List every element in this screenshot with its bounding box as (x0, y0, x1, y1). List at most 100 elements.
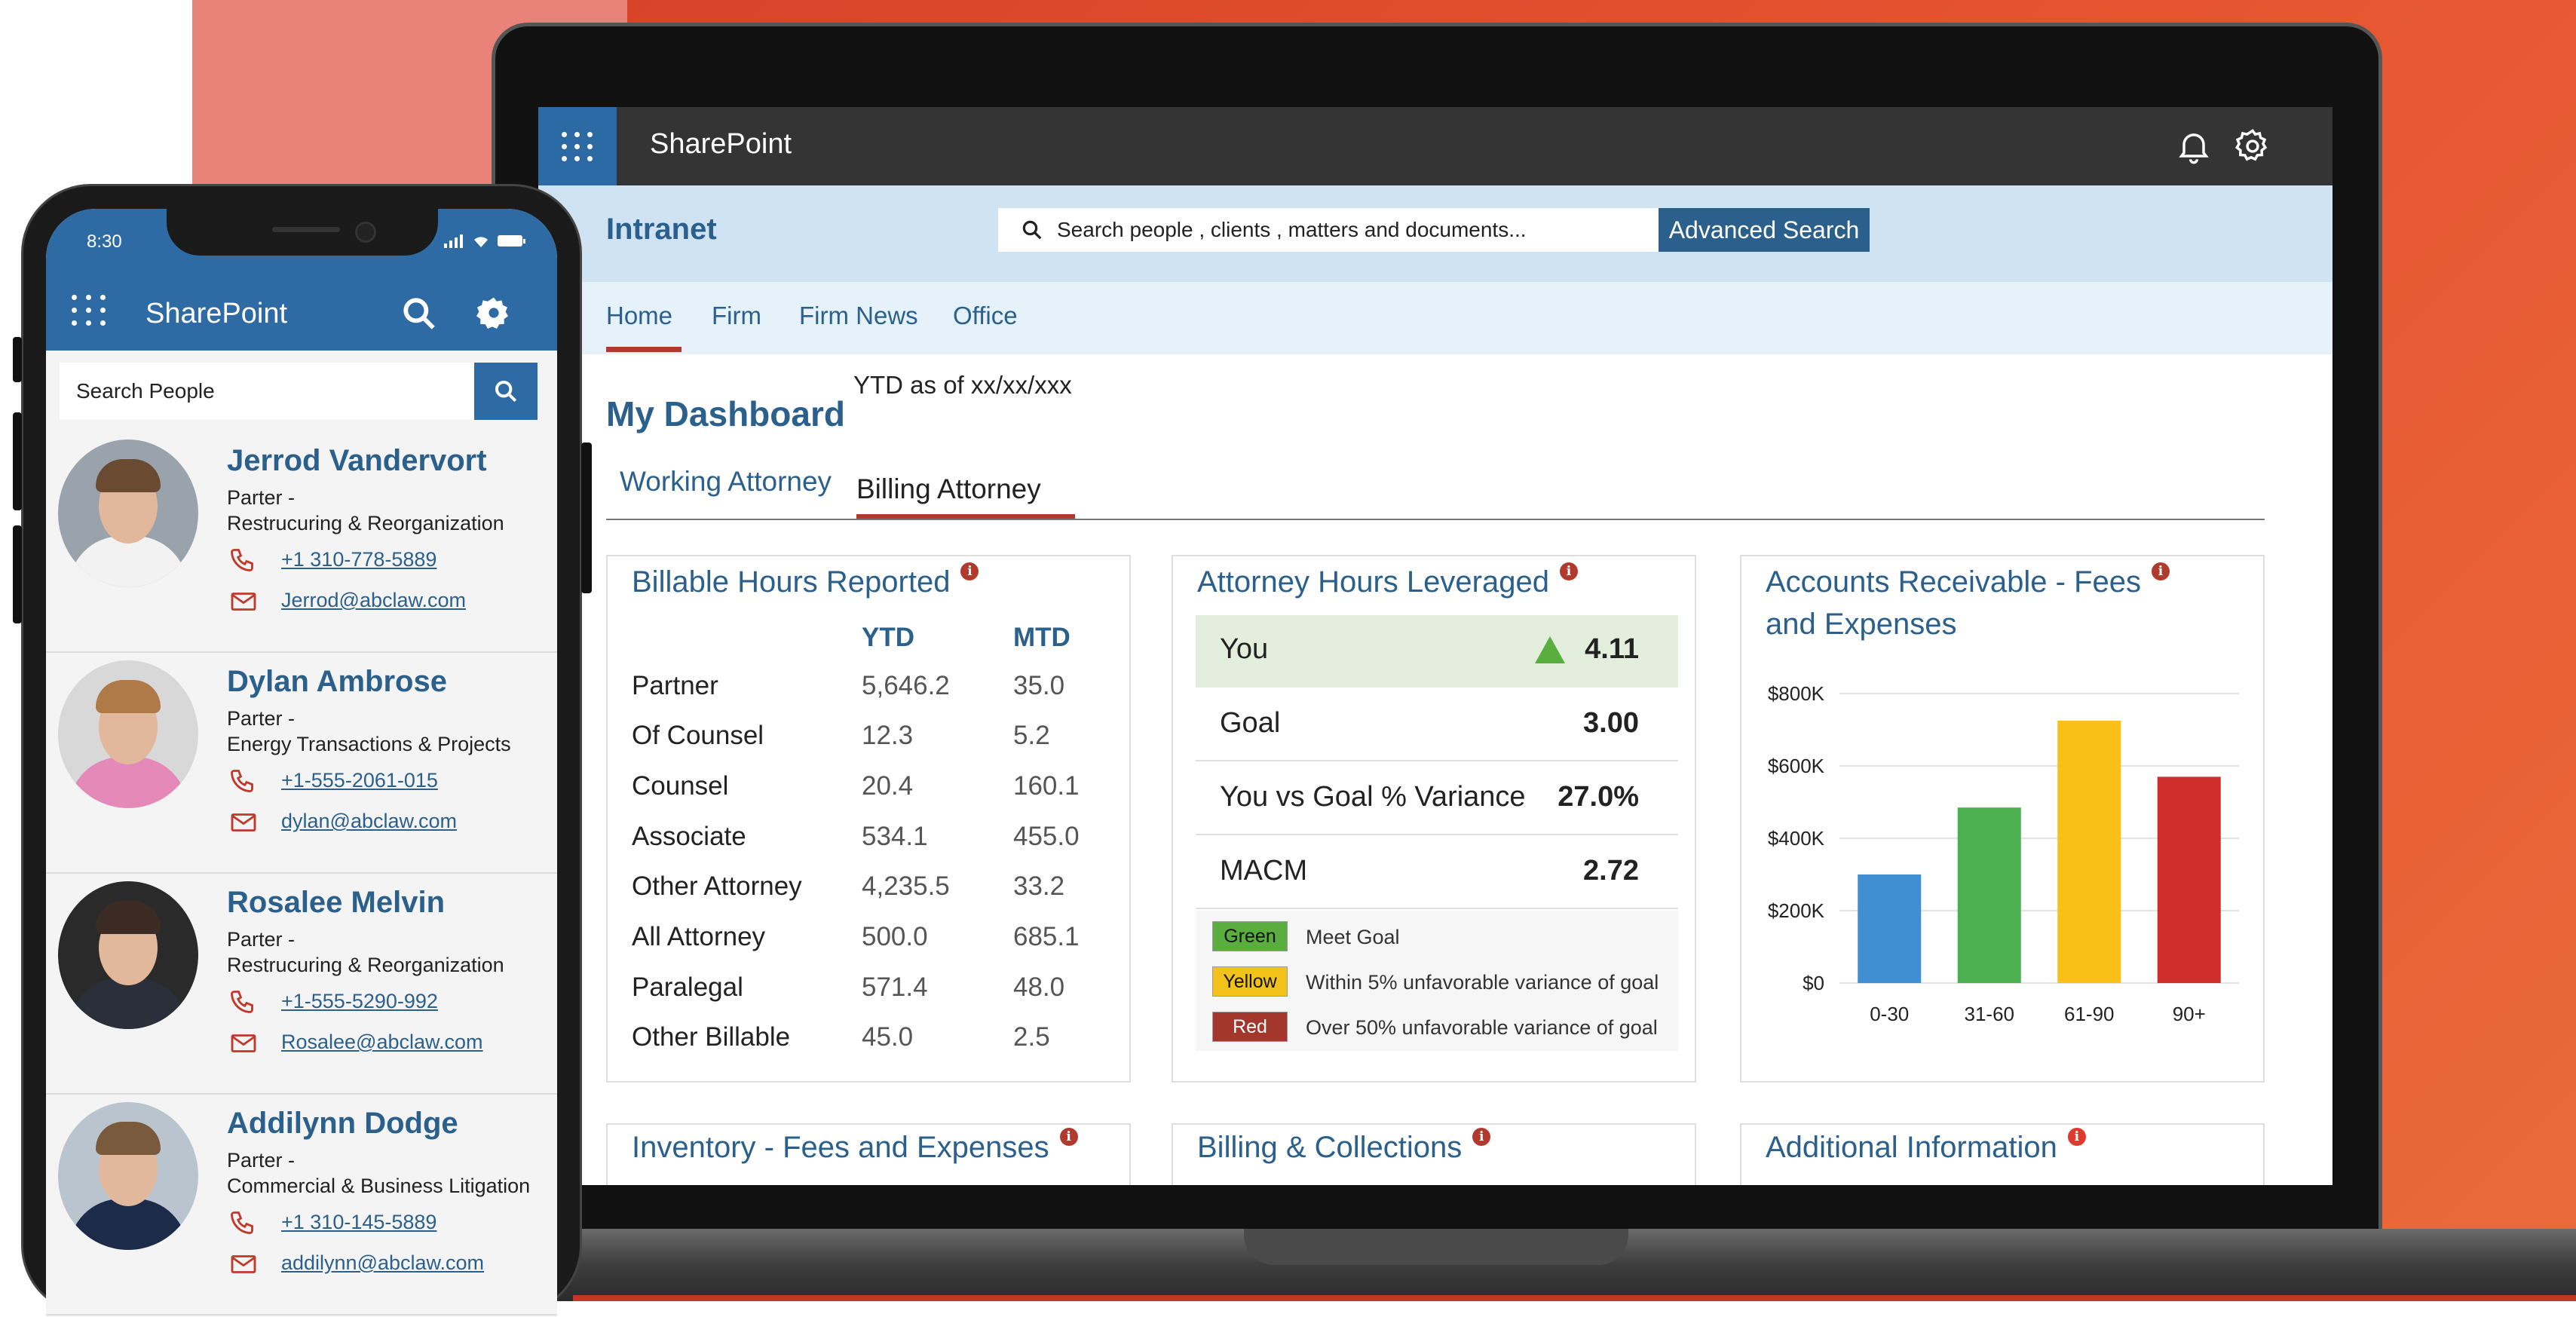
y-tick-label: $0 (1803, 972, 1824, 994)
metric-label: You (1220, 633, 1269, 665)
search-icon (1022, 220, 1042, 240)
info-icon[interactable]: i (1559, 562, 1578, 580)
person-card[interactable]: Dylan Ambrose Parter - Energy Transactions… (46, 653, 557, 874)
person-name[interactable]: Rosalee Melvin (227, 886, 445, 920)
x-tick-label: 31-60 (1965, 1003, 2015, 1025)
attorney-hours-card: Attorney Hours Leveraged i You 4.11 Goal 3.… (1172, 555, 1696, 1083)
info-icon[interactable]: i (960, 562, 979, 580)
search-icon[interactable] (400, 295, 438, 332)
email-icon[interactable] (230, 811, 257, 834)
app-launcher-button[interactable] (72, 295, 107, 326)
person-card[interactable]: Rosalee Melvin Parter - Restrucuring & Reo… (46, 874, 557, 1095)
y-tick-label: $400K (1768, 827, 1825, 850)
phone-icon[interactable] (228, 547, 256, 574)
search-icon (495, 380, 517, 403)
additional-information-title: Additional Information i (1766, 1126, 2086, 1168)
metric-label: MACM (1220, 855, 1308, 887)
avatar[interactable] (58, 660, 198, 808)
people-list: Jerrod Vandervort Parter - Restrucuring & … (46, 432, 557, 1317)
status-legend: Green Meet Goal Yellow Within 5% unfavorab… (1196, 911, 1678, 1051)
person-card[interactable]: Addilynn Dodge Parter - Commercial & Busin… (46, 1095, 557, 1315)
avatar-shoulders (69, 1199, 188, 1250)
mtd-value: 160.1 (1013, 771, 1080, 801)
app-launcher-button[interactable] (538, 107, 617, 185)
attorney-hours-title: Attorney Hours Leveraged i (1197, 561, 1578, 603)
accounts-receivable-chart: $0 $200K $400K $600K $800K 0-30 31-60 61-90 90+ (1768, 682, 2239, 1025)
email-icon[interactable] (230, 1032, 257, 1055)
avatar[interactable] (58, 440, 198, 587)
billable-hours-card: Billable Hours Reported i YTD MTD Partner… (606, 555, 1131, 1083)
tab-billing-attorney[interactable]: Billing Attorney (856, 473, 1041, 505)
people-search-button[interactable] (474, 363, 538, 420)
table-row: Of Counsel 12.3 5.2 (632, 721, 1122, 770)
y-tick-label: $200K (1768, 899, 1825, 922)
mtd-value: 2.5 (1013, 1022, 1050, 1052)
gear-icon[interactable] (2233, 127, 2272, 166)
nav-firm[interactable]: Firm (712, 302, 761, 330)
tab-working-attorney[interactable]: Working Attorney (620, 466, 832, 498)
x-tick-label: 90+ (2173, 1003, 2206, 1025)
sharepoint-top-bar: SharePoint (538, 107, 2332, 185)
cellular-signal-icon (444, 234, 463, 248)
table-row: Other Billable 45.0 2.5 (632, 1022, 1122, 1072)
battery-icon (498, 235, 525, 247)
info-icon[interactable]: i (1472, 1128, 1491, 1146)
person-name[interactable]: Dylan Ambrose (227, 665, 447, 699)
person-card[interactable]: Jerrod Vandervort Parter - Restrucuring & … (46, 432, 557, 653)
x-tick-label: 61-90 (2064, 1003, 2115, 1025)
person-email-link[interactable]: Rosalee@abclaw.com (281, 1031, 483, 1054)
person-name[interactable]: Addilynn Dodge (227, 1107, 458, 1141)
ytd-value: 571.4 (862, 972, 928, 1002)
avatar[interactable] (58, 1102, 198, 1250)
app-name: SharePoint (650, 128, 792, 160)
phone-side-button (13, 412, 22, 510)
info-icon[interactable]: i (1059, 1128, 1078, 1146)
mtd-value: 35.0 (1013, 671, 1065, 700)
table-row: Counsel 20.4 160.1 (632, 771, 1122, 821)
avatar[interactable] (58, 881, 198, 1029)
person-name[interactable]: Jerrod Vandervort (227, 444, 487, 478)
speaker-grille (272, 227, 340, 232)
phone-app-header: SharePoint (46, 278, 557, 351)
person-practice-group: Restrucuring & Reorganization (227, 954, 504, 976)
nav-office[interactable]: Office (953, 302, 1018, 330)
person-email-link[interactable]: addilynn@abclaw.com (281, 1251, 484, 1275)
bar-31-60[interactable] (1957, 807, 2021, 983)
status-icons (444, 233, 527, 248)
legend-text: Within 5% unfavorable variance of goal (1306, 971, 1659, 994)
phone-icon[interactable] (228, 767, 256, 795)
metric-value: 4.11 (1585, 633, 1639, 665)
person-title: Parter - (227, 928, 296, 951)
bell-icon[interactable] (2174, 127, 2213, 166)
person-phone-link[interactable]: +1-555-2061-015 (281, 769, 438, 792)
email-icon[interactable] (230, 590, 257, 613)
person-phone-link[interactable]: +1-555-5290-992 (281, 990, 438, 1013)
people-search-input[interactable]: Search People (60, 363, 476, 420)
accounts-receivable-card: Accounts Receivable - Fees i and Expenses … (1740, 555, 2265, 1083)
bar-0-30[interactable] (1858, 874, 1922, 983)
phone-icon[interactable] (228, 988, 256, 1015)
gear-icon[interactable] (476, 295, 512, 331)
nav-firm-news[interactable]: Firm News (799, 302, 918, 330)
bar-90+[interactable] (2157, 776, 2221, 983)
nav-home[interactable]: Home (606, 302, 672, 330)
bar-61-90[interactable] (2057, 721, 2121, 983)
person-phone-link[interactable]: +1 310-145-5889 (281, 1211, 436, 1234)
info-icon[interactable]: i (2152, 562, 2170, 580)
row-label: Counsel (632, 771, 729, 801)
advanced-search-button[interactable]: Advanced Search (1659, 208, 1870, 252)
person-email-link[interactable]: Jerrod@abclaw.com (281, 589, 466, 612)
person-email-link[interactable]: dylan@abclaw.com (281, 810, 457, 833)
person-phone-link[interactable]: +1 310-778-5889 (281, 548, 436, 571)
ytd-value: 5,646.2 (862, 671, 950, 700)
row-label: Partner (632, 671, 718, 700)
ytd-value: 12.3 (862, 721, 914, 750)
email-icon[interactable] (230, 1253, 257, 1276)
search-input[interactable]: Search people , clients , matters and do… (998, 208, 1659, 252)
legend-item: Yellow Within 5% unfavorable variance of … (1212, 966, 1680, 1000)
metric-row-goal: Goal 3.00 (1196, 689, 1678, 761)
phone-device: 8:30 SharePoint Search People Jerrod Van… (13, 184, 592, 1317)
y-tick-label: $800K (1768, 682, 1825, 705)
phone-icon[interactable] (228, 1209, 256, 1236)
info-icon[interactable]: i (2067, 1128, 2086, 1146)
